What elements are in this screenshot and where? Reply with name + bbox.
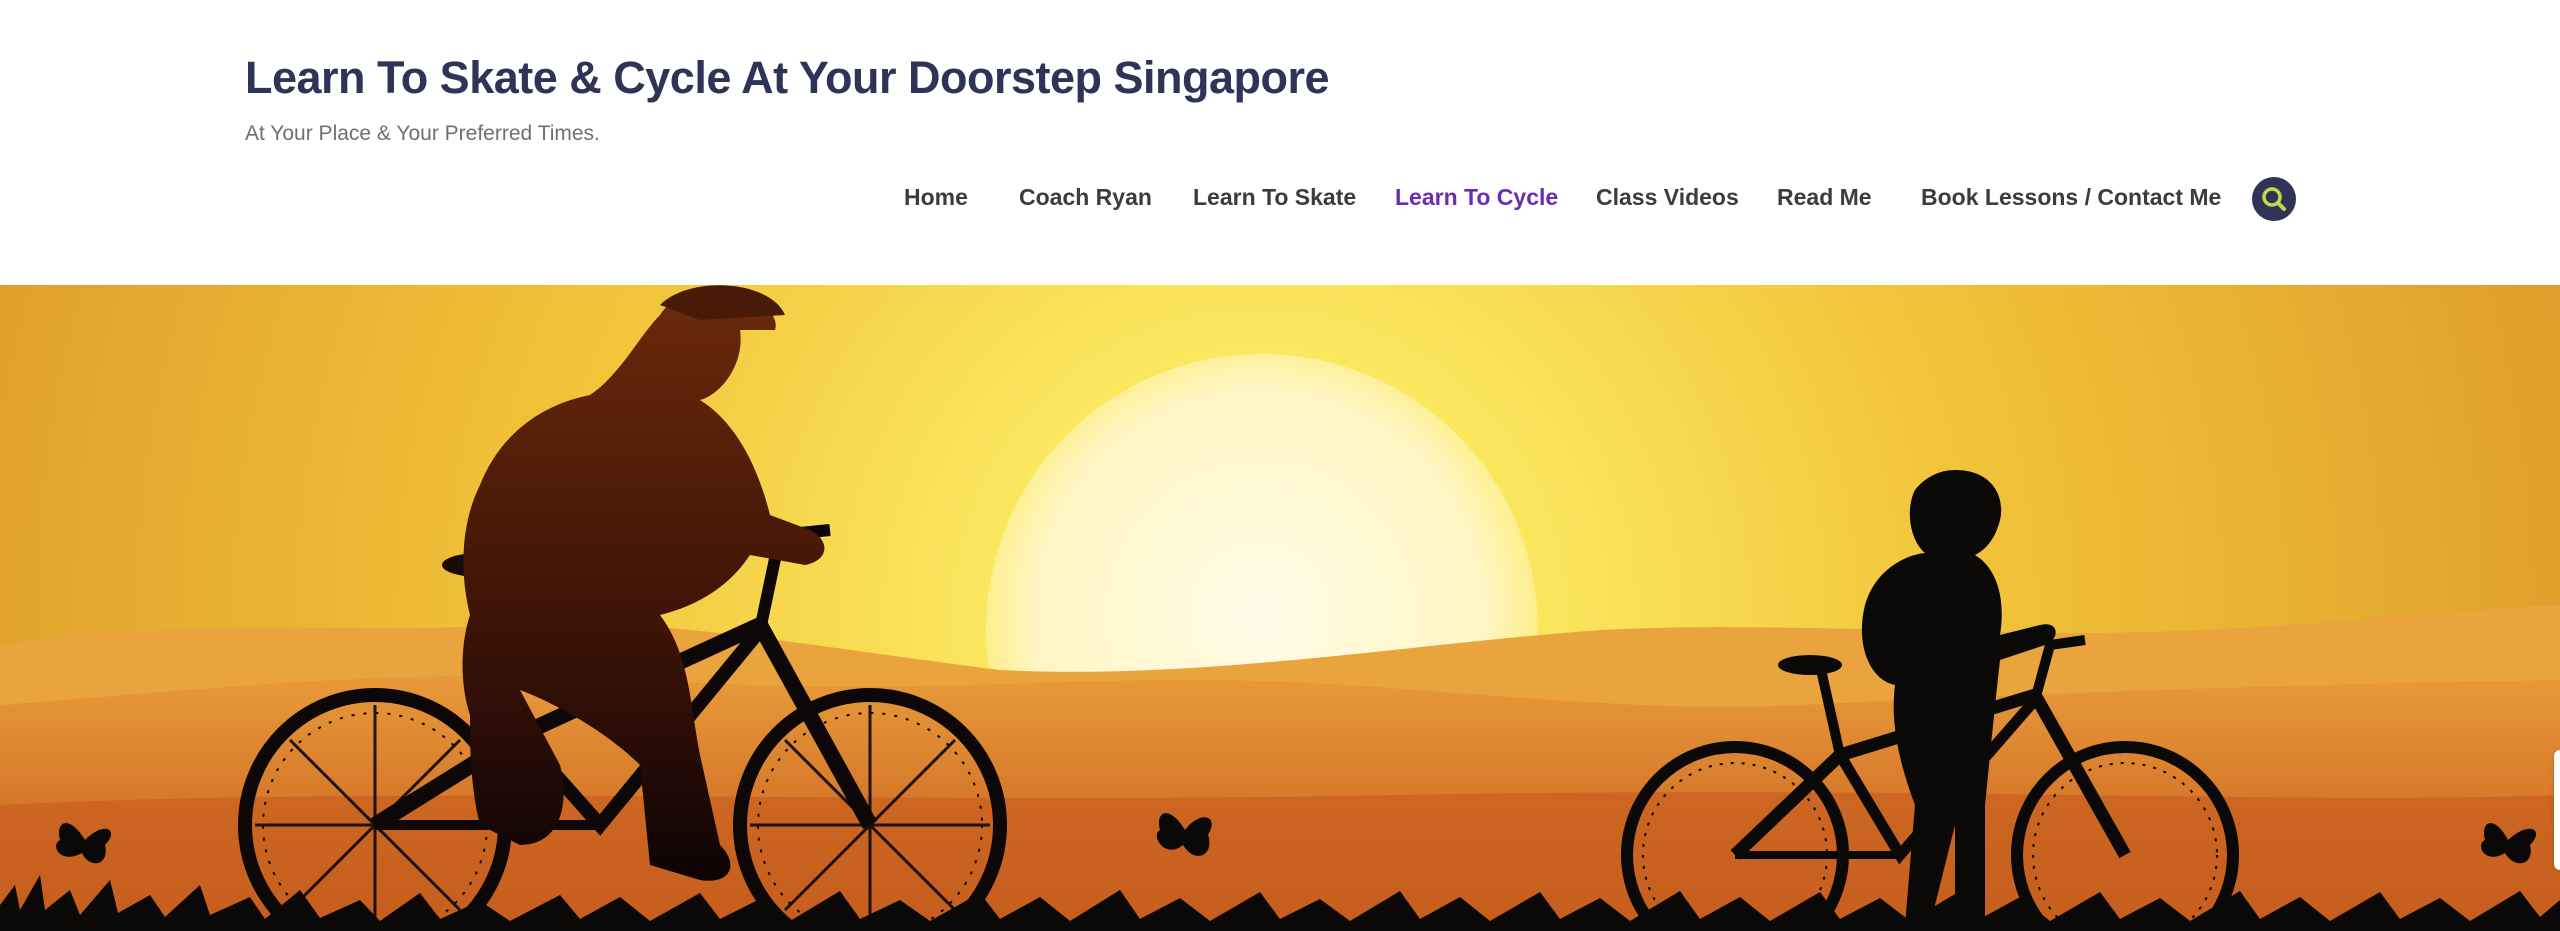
site-tagline: At Your Place & Your Preferred Times.: [245, 122, 600, 145]
search-button[interactable]: [2252, 177, 2296, 221]
nav-item-read-me[interactable]: Read Me: [1777, 184, 1872, 211]
site-header: Learn To Skate & Cycle At Your Doorstep …: [0, 0, 2560, 285]
nav-item-class-videos[interactable]: Class Videos: [1596, 184, 1739, 211]
nav-item-coach-ryan[interactable]: Coach Ryan: [1019, 184, 1152, 211]
nav-item-book-lessons[interactable]: Book Lessons / Contact Me: [1921, 184, 2221, 211]
main-navigation: Home Coach Ryan Learn To Skate Learn To …: [0, 178, 2560, 220]
nav-item-learn-to-cycle[interactable]: Learn To Cycle: [1395, 184, 1558, 211]
site-title[interactable]: Learn To Skate & Cycle At Your Doorstep …: [245, 52, 1330, 104]
search-icon: [2262, 187, 2286, 211]
hero-banner: [0, 285, 2560, 931]
hero-image: [0, 285, 2560, 931]
nav-item-home[interactable]: Home: [904, 184, 968, 211]
side-tab-handle[interactable]: [2554, 750, 2560, 870]
nav-item-learn-to-skate[interactable]: Learn To Skate: [1193, 184, 1356, 211]
